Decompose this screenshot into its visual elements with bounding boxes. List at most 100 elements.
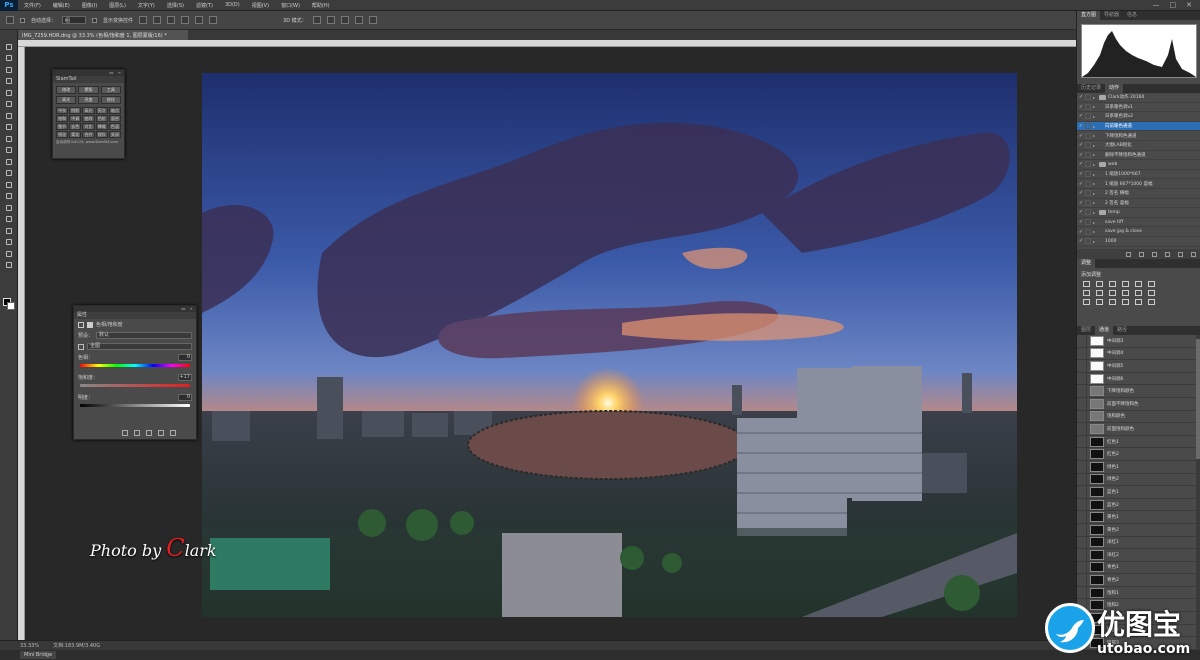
action-check-icon[interactable]: ✓ (1077, 209, 1085, 215)
hue-value[interactable]: 0 (178, 354, 192, 361)
curves-icon[interactable] (1109, 281, 1119, 287)
plugin-grid-button[interactable]: 混合 (108, 115, 121, 122)
visibility-toggle[interactable] (1077, 536, 1087, 549)
layer-row[interactable]: 绿色2 (1077, 473, 1200, 487)
marquee-tool-icon[interactable] (4, 54, 14, 63)
trash-icon[interactable] (170, 430, 176, 436)
document-canvas[interactable] (202, 73, 1017, 617)
action-check-icon[interactable]: ✓ (1077, 123, 1085, 129)
panel-tab[interactable]: 路径 (1113, 326, 1131, 335)
action-dialog-toggle[interactable] (1085, 219, 1091, 226)
action-dialog-toggle[interactable] (1085, 238, 1091, 245)
action-check-icon[interactable]: ✓ (1077, 161, 1085, 167)
menu-item[interactable]: 文字(Y) (132, 2, 161, 9)
3d-pan-icon[interactable] (340, 16, 349, 24)
visibility-toggle[interactable] (1077, 523, 1087, 536)
expand-triangle-icon[interactable]: ▸ (1093, 152, 1099, 157)
dodge-tool-icon[interactable] (4, 192, 14, 201)
3d-slide-icon[interactable] (354, 16, 363, 24)
maximize-button[interactable]: □ (1170, 1, 1177, 9)
action-row[interactable]: ✓ ▸ save jpg & close (1077, 227, 1200, 237)
hue-sat-icon[interactable] (1148, 281, 1158, 287)
healing-tool-icon[interactable] (4, 111, 14, 120)
close-icon[interactable]: ✕ (190, 306, 193, 312)
expand-triangle-icon[interactable]: ▸ (1093, 200, 1099, 205)
plugin-button[interactable]: 高光 (56, 96, 77, 104)
expand-triangle-icon[interactable]: ▸ (1093, 220, 1099, 225)
posterize-icon[interactable] (1083, 299, 1093, 305)
action-check-icon[interactable]: ✓ (1077, 190, 1085, 196)
plugin-button[interactable]: 蒙版 (78, 86, 99, 94)
action-check-icon[interactable]: ✓ (1077, 171, 1085, 177)
action-row[interactable]: ✓ ▸ 删除不降饱和色通道 (1077, 151, 1200, 161)
action-check-icon[interactable]: ✓ (1077, 104, 1085, 110)
properties-tab[interactable]: 属性 (74, 312, 196, 319)
menu-item[interactable]: 3D(D) (219, 2, 246, 9)
visibility-toggle[interactable] (1077, 548, 1087, 561)
visibility-toggle[interactable] (1077, 574, 1087, 587)
lightness-value[interactable]: 0 (178, 394, 192, 401)
lightness-slider[interactable] (80, 404, 190, 407)
action-check-icon[interactable]: ✓ (1077, 133, 1085, 139)
action-row[interactable]: ✓ ▸ 1 缩放1000*667 (1077, 170, 1200, 180)
new-action-icon[interactable] (1178, 251, 1183, 257)
gradient-map-icon[interactable] (1109, 299, 1119, 305)
plugin-grid-button[interactable]: 中灰 (56, 107, 69, 114)
plugin-grid-button[interactable]: 对比 (82, 123, 95, 130)
align-right-icon[interactable] (209, 16, 218, 24)
type-tool-icon[interactable] (4, 215, 14, 224)
action-row[interactable]: ✓ ▸ web (1077, 160, 1200, 170)
shape-tool-icon[interactable] (4, 238, 14, 247)
gradient-tool-icon[interactable] (4, 169, 14, 178)
record-icon[interactable] (1139, 251, 1144, 257)
action-dialog-toggle[interactable] (1085, 113, 1091, 120)
preset-dropdown[interactable]: 默认 (96, 332, 192, 339)
visibility-toggle[interactable] (1077, 397, 1087, 410)
expand-triangle-icon[interactable]: ▸ (1093, 133, 1099, 138)
action-check-icon[interactable]: ✓ (1077, 238, 1085, 244)
menu-item[interactable]: 文件(F) (18, 2, 47, 9)
align-top-icon[interactable] (139, 16, 148, 24)
action-row[interactable]: ✓ ▸ 下降饱和色通道 (1077, 131, 1200, 141)
action-check-icon[interactable]: ✓ (1077, 219, 1085, 225)
action-dialog-toggle[interactable] (1085, 132, 1091, 139)
plugin-grid-button[interactable]: 曲线 (82, 115, 95, 122)
plugin-button[interactable]: 修改 (56, 86, 77, 94)
pen-tool-icon[interactable] (4, 203, 14, 212)
align-middle-icon[interactable] (153, 16, 162, 24)
panel-tab[interactable]: 信息 (1123, 11, 1141, 20)
blur-tool-icon[interactable] (4, 180, 14, 189)
plugin-button[interactable]: 亮度 (78, 96, 99, 104)
plugin-grid-button[interactable]: 降噪 (95, 123, 108, 130)
black-white-icon[interactable] (1096, 290, 1106, 296)
visibility-toggle[interactable] (1077, 435, 1087, 448)
layer-row[interactable]: 洋红2 (1077, 548, 1200, 562)
action-check-icon[interactable]: ✓ (1077, 94, 1085, 100)
lasso-tool-icon[interactable] (4, 65, 14, 74)
visibility-toggle[interactable] (1077, 485, 1087, 498)
expand-triangle-icon[interactable]: ▸ (1093, 229, 1099, 234)
action-dialog-toggle[interactable] (1085, 171, 1091, 178)
new-set-icon[interactable] (1165, 251, 1170, 257)
action-dialog-toggle[interactable] (1085, 94, 1091, 101)
close-button[interactable]: ✕ (1186, 1, 1192, 9)
action-row[interactable]: ✓ ▸ Clark动作 20160 (1077, 93, 1200, 103)
plugin-grid-button[interactable]: 柔化 (69, 131, 82, 138)
plugin-grid-button[interactable]: 锐化 (56, 131, 69, 138)
visibility-toggle[interactable] (1077, 422, 1087, 435)
photo-filter-icon[interactable] (1109, 290, 1119, 296)
visibility-toggle[interactable] (1077, 448, 1087, 461)
visibility-toggle[interactable] (1077, 335, 1087, 347)
action-row[interactable]: ✓ ▸ 1 缩放 667*1000 竖幅 (1077, 179, 1200, 189)
layer-row[interactable]: 下降饱和颜色 (1077, 385, 1200, 398)
panel-tab[interactable]: 导航器 (1100, 11, 1123, 20)
action-dialog-toggle[interactable] (1085, 180, 1091, 187)
action-dialog-toggle[interactable] (1085, 151, 1091, 158)
layer-row[interactable]: 黄色2 (1077, 523, 1200, 537)
menu-item[interactable]: 滤镜(T) (190, 2, 219, 9)
visibility-toggle[interactable] (1077, 586, 1087, 599)
panel-tab[interactable]: 通道 (1095, 326, 1114, 335)
layer-row[interactable]: 饱和颜色 (1077, 410, 1200, 424)
plugin-grid-button[interactable]: 关闭 (108, 131, 121, 138)
reset-icon[interactable] (146, 430, 152, 436)
